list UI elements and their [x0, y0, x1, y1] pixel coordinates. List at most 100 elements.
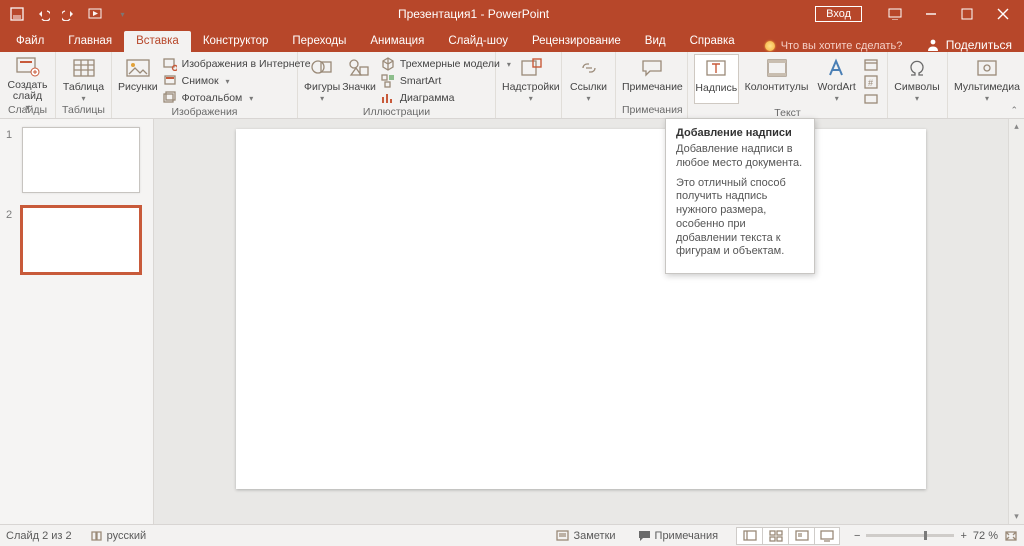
share-button[interactable]: Поделиться — [926, 38, 1012, 52]
header-footer-icon — [763, 56, 791, 80]
addins-icon — [517, 56, 545, 80]
slide-canvas[interactable] — [236, 129, 926, 489]
thumb-number: 2 — [6, 207, 16, 273]
tab-help[interactable]: Справка — [678, 31, 747, 52]
group-images-label: Изображения — [118, 106, 291, 120]
media-icon — [973, 56, 1001, 80]
tab-animations[interactable]: Анимация — [358, 31, 436, 52]
notes-icon — [556, 530, 569, 542]
tab-slideshow[interactable]: Слайд-шоу — [436, 31, 520, 52]
header-footer-button[interactable]: Колонтитулы — [741, 54, 813, 104]
text-box-icon — [702, 57, 730, 81]
group-illustrations-label: Иллюстрации — [304, 106, 489, 120]
zoom-slider[interactable] — [866, 534, 954, 537]
smartart-icon — [380, 73, 396, 89]
thumb-number: 1 — [6, 127, 16, 193]
reading-view-icon[interactable] — [788, 527, 814, 545]
svg-text:#: # — [868, 78, 873, 88]
maximize-icon[interactable] — [950, 0, 984, 28]
zoom-in-button[interactable]: + — [960, 530, 966, 542]
tab-file[interactable]: Файл — [4, 31, 56, 52]
tab-home[interactable]: Главная — [56, 31, 124, 52]
link-icon — [575, 56, 603, 80]
addins-button[interactable]: Надстройки▾ — [502, 54, 560, 104]
new-slide-icon — [14, 56, 42, 78]
tab-review[interactable]: Рецензирование — [520, 31, 633, 52]
start-from-beginning-icon[interactable] — [84, 3, 106, 25]
minimize-icon[interactable] — [914, 0, 948, 28]
sign-in-button[interactable]: Вход — [815, 6, 862, 22]
vertical-scrollbar[interactable]: ▴ ▾ — [1008, 119, 1024, 524]
slide-thumb-2[interactable] — [22, 207, 140, 273]
omega-icon — [903, 56, 931, 80]
photo-album-button[interactable]: Фотоальбом — [160, 90, 313, 106]
zoom-value[interactable]: 72 % — [973, 530, 998, 542]
comments-icon — [638, 530, 651, 542]
qat-more-icon[interactable] — [110, 3, 132, 25]
slide-number-icon: # — [863, 74, 879, 90]
save-icon[interactable] — [6, 3, 28, 25]
slideshow-view-icon[interactable] — [814, 527, 840, 545]
table-icon — [70, 56, 98, 80]
tab-transitions[interactable]: Переходы — [280, 31, 358, 52]
symbols-button[interactable]: Символы▾ — [894, 54, 940, 104]
media-button[interactable]: Мультимедиа▾ — [954, 54, 1020, 104]
language-status[interactable]: русский — [86, 530, 150, 542]
collapse-ribbon-icon[interactable]: ⌃ — [1010, 105, 1018, 116]
tell-me[interactable]: Что вы хотите сделать? — [765, 40, 903, 52]
group-slides-label: Слайды — [6, 104, 49, 118]
tooltip-text-2: Это отличный способ получить надпись нуж… — [676, 177, 804, 260]
icons-button[interactable]: Значки — [342, 54, 376, 104]
scroll-up-icon[interactable]: ▴ — [1014, 121, 1019, 132]
ribbon-display-options-icon[interactable] — [878, 0, 912, 28]
slide-counter: Слайд 2 из 2 — [6, 530, 72, 542]
chart-button[interactable]: Диаграмма — [378, 90, 513, 106]
slide-number-button[interactable]: # — [861, 74, 881, 90]
text-box-button[interactable]: Надпись — [694, 54, 739, 104]
chart-icon — [380, 90, 396, 106]
group-comments-label: Примечания — [622, 104, 681, 118]
book-icon — [90, 530, 103, 542]
slide-panel[interactable]: 1 2 — [0, 119, 154, 524]
fit-to-window-icon[interactable] — [1004, 530, 1018, 542]
icons-icon — [345, 56, 373, 80]
person-icon — [926, 38, 940, 52]
shapes-icon — [308, 56, 336, 80]
shapes-button[interactable]: Фигуры▾ — [304, 54, 340, 104]
normal-view-icon[interactable] — [736, 527, 762, 545]
online-pictures-button[interactable]: Изображения в Интернете — [160, 56, 313, 72]
comment-icon — [638, 56, 666, 80]
undo-icon[interactable] — [32, 3, 54, 25]
3d-models-button[interactable]: Трехмерные модели — [378, 56, 513, 72]
scroll-down-icon[interactable]: ▾ — [1014, 511, 1019, 522]
notes-button[interactable]: Заметки — [552, 530, 619, 542]
wordart-icon — [823, 56, 851, 80]
tab-design[interactable]: Конструктор — [191, 31, 281, 52]
links-button[interactable]: Ссылки▾ — [568, 54, 609, 104]
new-slide-button[interactable]: Создать слайд▾ — [6, 54, 49, 104]
table-button[interactable]: Таблица▾ — [62, 54, 105, 104]
screenshot-button[interactable]: Снимок — [160, 73, 313, 89]
close-icon[interactable] — [986, 0, 1020, 28]
tab-insert[interactable]: Вставка — [124, 31, 191, 52]
tooltip-text-1: Добавление надписи в любое место докумен… — [676, 143, 804, 171]
group-tables-label: Таблицы — [62, 104, 105, 118]
pictures-icon — [124, 56, 152, 80]
zoom-out-button[interactable]: − — [854, 530, 860, 542]
screenshot-icon — [162, 73, 178, 89]
slide-thumb-1[interactable] — [22, 127, 140, 193]
photo-album-icon — [162, 90, 178, 106]
sorter-view-icon[interactable] — [762, 527, 788, 545]
comment-button[interactable]: Примечание — [622, 54, 683, 104]
redo-icon[interactable] — [58, 3, 80, 25]
wordart-button[interactable]: WordArt▾ — [814, 54, 859, 104]
date-time-button[interactable] — [861, 57, 881, 73]
tooltip-title: Добавление надписи — [676, 127, 804, 139]
pictures-button[interactable]: Рисунки — [118, 54, 158, 104]
tab-view[interactable]: Вид — [633, 31, 678, 52]
window-title: Презентация1 - PowerPoint — [132, 7, 815, 21]
online-pictures-icon — [162, 56, 178, 72]
object-button[interactable] — [861, 91, 881, 107]
comments-button[interactable]: Примечания — [634, 530, 723, 542]
smartart-button[interactable]: SmartArt — [378, 73, 513, 89]
